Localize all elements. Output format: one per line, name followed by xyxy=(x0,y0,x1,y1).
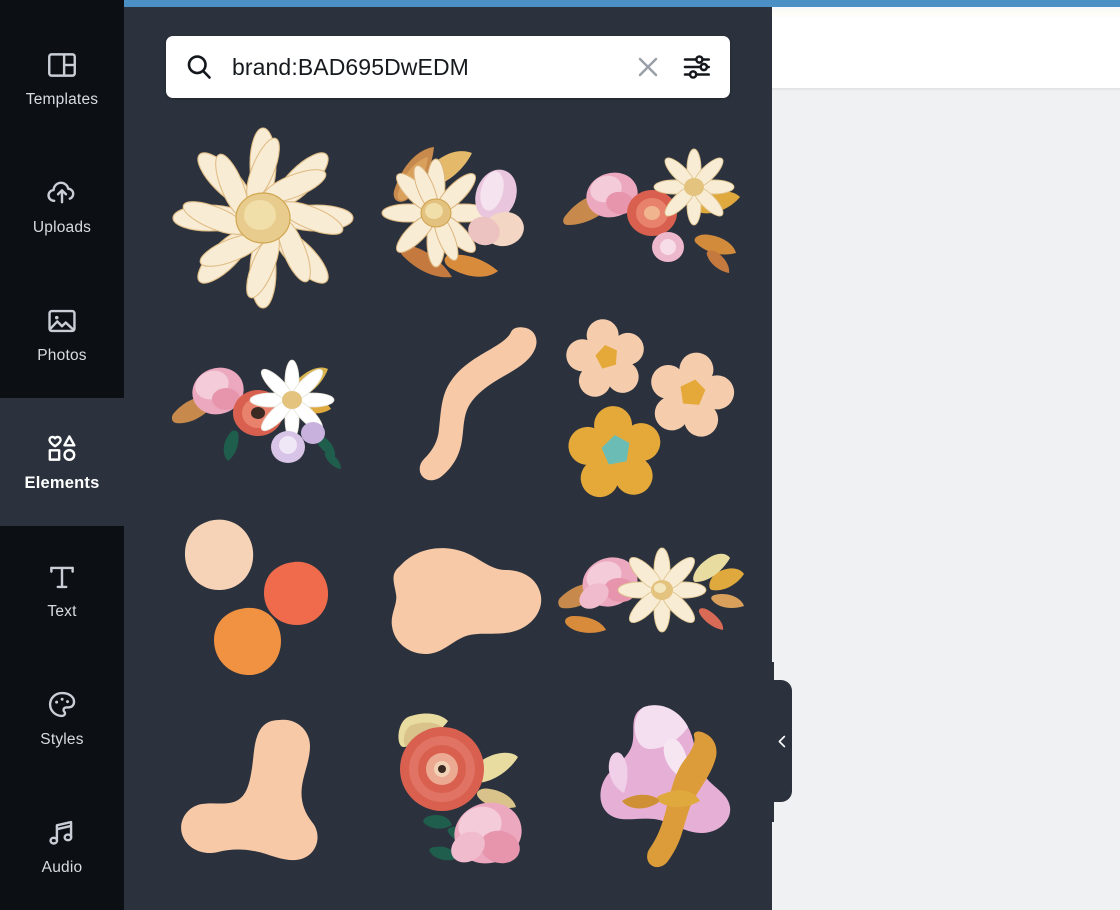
element-tile[interactable] xyxy=(360,314,554,506)
design-canvas-area[interactable] xyxy=(772,0,1120,910)
element-tile[interactable] xyxy=(554,506,748,698)
sidebar-item-photos[interactable]: Photos xyxy=(0,270,124,398)
app-root: Templates Uploads Photos Elements Text S… xyxy=(0,0,1120,910)
element-tile[interactable] xyxy=(360,698,554,890)
elements-results-grid xyxy=(166,122,748,910)
element-tile[interactable] xyxy=(166,506,360,698)
element-tile[interactable] xyxy=(166,698,360,890)
sidebar-item-elements[interactable]: Elements xyxy=(0,380,124,544)
image-icon xyxy=(45,304,79,338)
chevron-left-icon xyxy=(775,734,790,749)
sidebar-item-label: Text xyxy=(47,602,77,620)
element-tile[interactable] xyxy=(554,122,748,314)
element-tile[interactable] xyxy=(166,122,360,314)
element-tile[interactable] xyxy=(554,314,748,506)
sidebar-item-styles[interactable]: Styles xyxy=(0,654,124,782)
sidebar-item-label: Styles xyxy=(40,730,84,748)
left-nav-rail: Templates Uploads Photos Elements Text S… xyxy=(0,0,124,910)
element-tile[interactable] xyxy=(554,890,748,910)
filter-sliders-icon[interactable] xyxy=(681,51,713,83)
close-icon[interactable] xyxy=(633,52,663,82)
text-icon xyxy=(45,560,79,594)
search-bar[interactable] xyxy=(166,36,730,98)
shapes-icon xyxy=(45,431,79,465)
music-note-icon xyxy=(45,816,79,850)
sidebar-item-uploads[interactable]: Uploads xyxy=(0,142,124,270)
sidebar-item-label: Uploads xyxy=(32,218,92,236)
document-page-shadow xyxy=(772,88,1120,91)
sidebar-item-text[interactable]: Text xyxy=(0,526,124,654)
elements-panel xyxy=(124,0,772,910)
palette-icon xyxy=(45,688,79,722)
browser-top-accent xyxy=(0,0,1120,7)
document-page-tint xyxy=(772,7,1120,17)
browser-top-accent-left xyxy=(0,0,124,7)
element-tile[interactable] xyxy=(166,890,360,910)
sidebar-item-label: Elements xyxy=(24,474,100,492)
element-tile[interactable] xyxy=(554,698,748,890)
sidebar-item-label: Audio xyxy=(41,858,83,876)
element-tile[interactable] xyxy=(166,314,360,506)
sidebar-item-label: Templates xyxy=(25,90,99,108)
search-icon xyxy=(184,52,214,82)
element-tile[interactable] xyxy=(360,890,554,910)
sidebar-item-label: Photos xyxy=(37,346,87,364)
document-page-preview[interactable] xyxy=(772,7,1120,88)
cloud-upload-icon xyxy=(45,176,79,210)
collapse-panel-button[interactable] xyxy=(772,680,792,802)
sidebar-item-templates[interactable]: Templates xyxy=(0,14,124,142)
templates-icon xyxy=(45,48,79,82)
sidebar-item-audio[interactable]: Audio xyxy=(0,782,124,910)
search-input[interactable] xyxy=(232,53,633,81)
element-tile[interactable] xyxy=(360,506,554,698)
element-tile[interactable] xyxy=(360,122,554,314)
